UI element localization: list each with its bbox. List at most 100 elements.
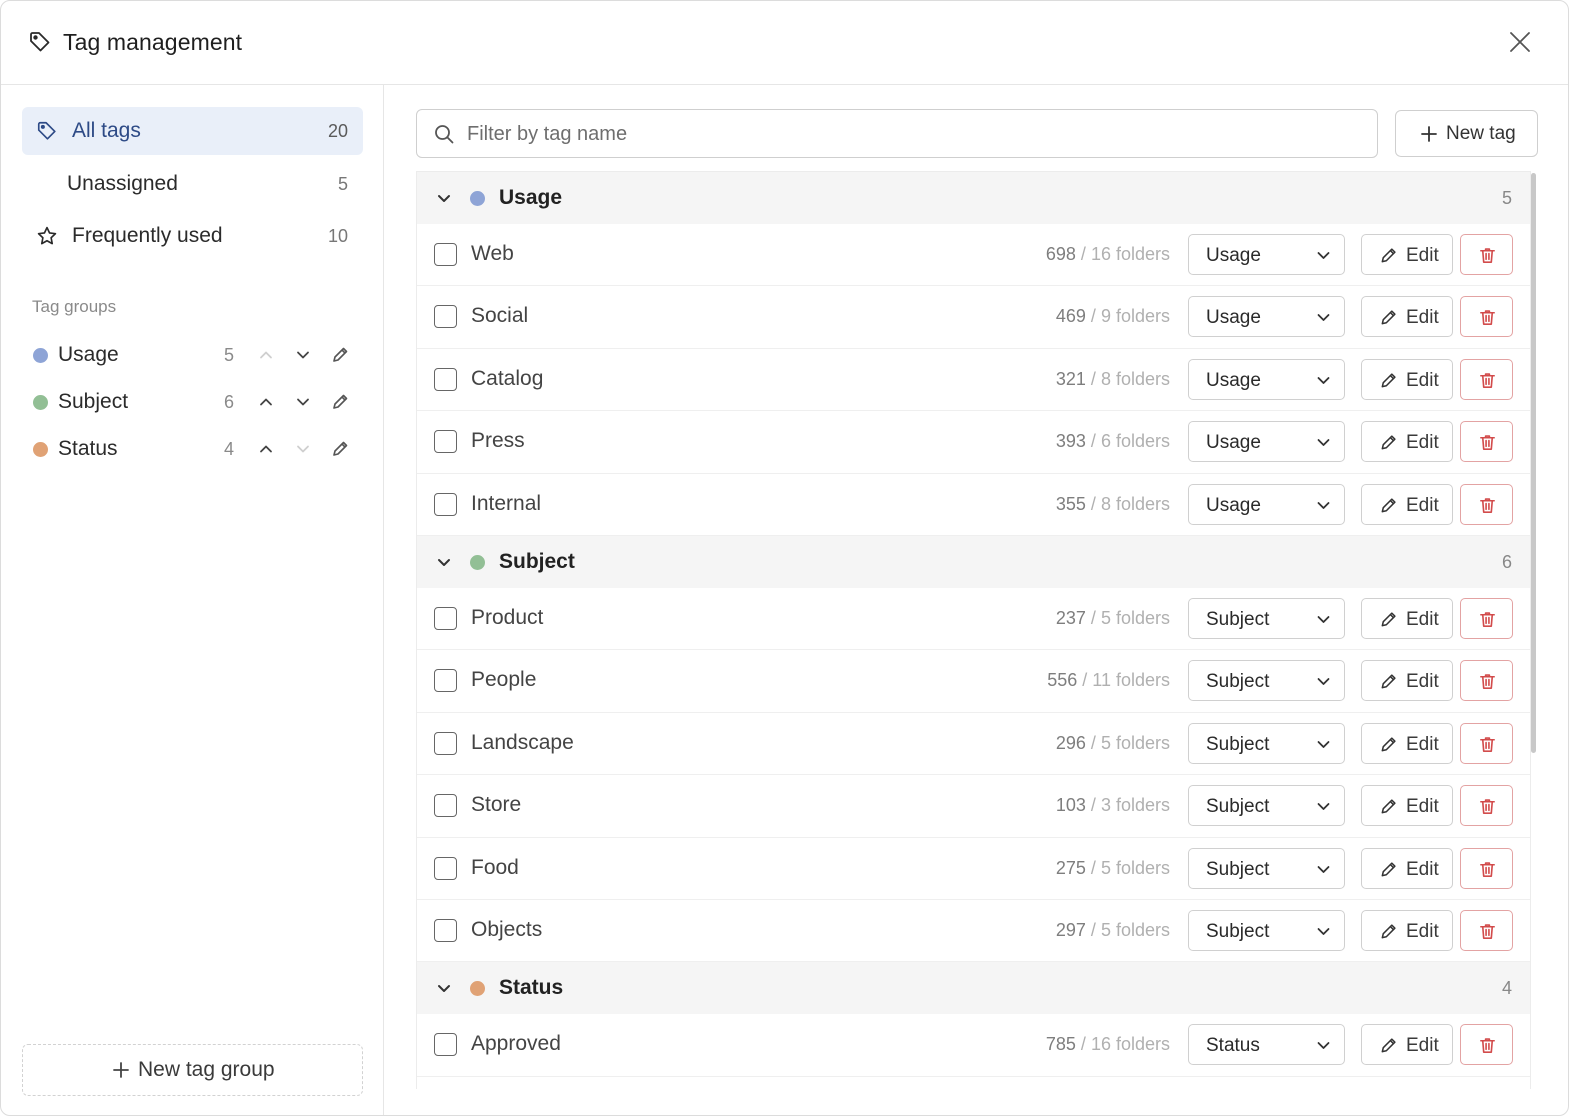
chevron-down-icon[interactable]: [293, 439, 313, 459]
chevron-down-icon: [1317, 928, 1330, 935]
group-header-count: 4: [1501, 978, 1512, 999]
delete-tag-button[interactable]: [1460, 597, 1513, 639]
delete-tag-button[interactable]: [1460, 785, 1513, 827]
edit-tag-button[interactable]: Edit: [1361, 1024, 1453, 1066]
group-header-subject[interactable]: Subject 6: [417, 535, 1530, 588]
tag-checkbox[interactable]: [434, 856, 457, 880]
tag-usage: 275 / 5 folders: [1056, 858, 1170, 879]
pencil-icon[interactable]: [330, 439, 350, 459]
edit-tag-button[interactable]: Edit: [1361, 296, 1453, 338]
tag-group-select[interactable]: Usage: [1188, 358, 1345, 400]
edit-tag-label: Edit: [1406, 608, 1439, 630]
new-tag-group-button[interactable]: New tag group: [22, 1044, 363, 1096]
chevron-up-icon[interactable]: [256, 439, 276, 459]
pencil-icon[interactable]: [330, 345, 350, 365]
nav-frequently-used[interactable]: Frequently used 10: [22, 212, 363, 260]
edit-tag-button[interactable]: Edit: [1361, 358, 1453, 400]
tag-checkbox[interactable]: [434, 731, 457, 755]
tag-group-select[interactable]: Usage: [1188, 234, 1345, 275]
tag-group-select[interactable]: Subject: [1188, 660, 1345, 702]
usage-separator: /: [1080, 1034, 1086, 1055]
tag-group-select[interactable]: Subject: [1188, 909, 1345, 951]
tag-group-select[interactable]: Status: [1188, 1024, 1345, 1066]
tag-usage: 785 / 16 folders: [1046, 1034, 1170, 1055]
pencil-icon[interactable]: [330, 392, 350, 412]
tag-checkbox[interactable]: [434, 1033, 457, 1057]
chevron-up-icon[interactable]: [256, 392, 276, 412]
chevron-down-icon[interactable]: [435, 553, 453, 571]
edit-tag-label: Edit: [1406, 307, 1439, 329]
tag-checkbox[interactable]: [434, 430, 457, 454]
tag-name: Store: [471, 793, 522, 817]
tag-group-select-value: Usage: [1206, 307, 1261, 329]
delete-tag-button[interactable]: [1460, 909, 1513, 951]
tag-checkbox[interactable]: [434, 243, 457, 266]
edit-tag-button[interactable]: Edit: [1361, 847, 1453, 889]
trash-icon: [1480, 799, 1495, 815]
edit-tag-button[interactable]: Edit: [1361, 483, 1453, 525]
new-tag-button[interactable]: New tag: [1395, 110, 1538, 157]
group-header-count: 6: [1501, 551, 1512, 572]
delete-tag-button[interactable]: [1460, 234, 1513, 275]
tag-group-select[interactable]: Usage: [1188, 296, 1345, 338]
chevron-down-icon: [1317, 616, 1330, 623]
chevron-down-icon: [1317, 1042, 1330, 1050]
pencil-icon: [1381, 737, 1396, 752]
tag-checkbox[interactable]: [434, 669, 457, 693]
sidebar-group-status[interactable]: Status 4: [22, 429, 363, 469]
tag-row: People 556 / 11 folders Subject Edit: [417, 650, 1530, 713]
tag-usage: 698 / 16 folders: [1046, 244, 1170, 265]
tag-group-select[interactable]: Subject: [1188, 597, 1345, 639]
tag-file-count: 698: [1045, 244, 1076, 264]
edit-tag-button[interactable]: Edit: [1361, 785, 1453, 827]
delete-tag-button[interactable]: [1460, 1024, 1513, 1066]
close-icon[interactable]: [1506, 28, 1534, 56]
tag-checkbox[interactable]: [434, 492, 457, 516]
tag-group-select[interactable]: Subject: [1188, 722, 1345, 764]
chevron-down-icon[interactable]: [293, 345, 313, 365]
pencil-icon: [1381, 435, 1396, 450]
group-color-dot: [33, 442, 48, 457]
delete-tag-button[interactable]: [1460, 296, 1513, 338]
edit-tag-button[interactable]: Edit: [1361, 234, 1453, 275]
nav-all-tags[interactable]: All tags 20: [22, 107, 363, 155]
delete-tag-button[interactable]: [1460, 722, 1513, 764]
chevron-down-icon[interactable]: [435, 979, 453, 997]
delete-tag-button[interactable]: [1460, 847, 1513, 889]
search-input[interactable]: [467, 118, 1347, 150]
delete-tag-button[interactable]: [1460, 358, 1513, 400]
nav-unassigned[interactable]: Unassigned 5: [22, 160, 363, 208]
group-header-usage[interactable]: Usage 5: [417, 172, 1530, 224]
delete-tag-button[interactable]: [1460, 421, 1513, 463]
tag-group-select[interactable]: Subject: [1188, 785, 1345, 827]
edit-tag-button[interactable]: Edit: [1361, 722, 1453, 764]
tag-checkbox[interactable]: [434, 305, 457, 329]
list-scrollbar[interactable]: [1531, 173, 1536, 753]
tag-group-select[interactable]: Subject: [1188, 847, 1345, 889]
chevron-down-icon[interactable]: [293, 392, 313, 412]
edit-tag-button[interactable]: Edit: [1361, 909, 1453, 951]
edit-tag-button[interactable]: Edit: [1361, 597, 1453, 639]
edit-tag-button[interactable]: Edit: [1361, 660, 1453, 702]
nav-unassigned-count: 5: [337, 174, 348, 194]
group-header-name: Subject: [499, 549, 575, 573]
tag-list: Usage 5 Web 698 / 16 folders Usage Edit Social…: [416, 171, 1531, 1089]
sidebar-group-subject[interactable]: Subject 6: [22, 382, 363, 422]
group-count: 6: [224, 392, 235, 412]
search-box[interactable]: [416, 109, 1378, 158]
chevron-down-icon[interactable]: [435, 189, 453, 207]
chevron-up-icon[interactable]: [256, 345, 276, 365]
nav-frequently-used-count: 10: [327, 226, 348, 246]
tag-checkbox[interactable]: [434, 918, 457, 942]
tag-group-select[interactable]: Usage: [1188, 421, 1345, 463]
tag-checkbox[interactable]: [434, 367, 457, 391]
delete-tag-button[interactable]: [1460, 660, 1513, 702]
tag-checkbox[interactable]: [434, 794, 457, 818]
tag-group-select[interactable]: Usage: [1188, 483, 1345, 525]
delete-tag-button[interactable]: [1460, 483, 1513, 525]
tag-file-count: 785: [1045, 1034, 1076, 1055]
edit-tag-button[interactable]: Edit: [1361, 421, 1453, 463]
tag-checkbox[interactable]: [434, 606, 457, 630]
group-header-status[interactable]: Status 4: [417, 962, 1530, 1015]
sidebar-group-usage[interactable]: Usage 5: [22, 335, 363, 375]
